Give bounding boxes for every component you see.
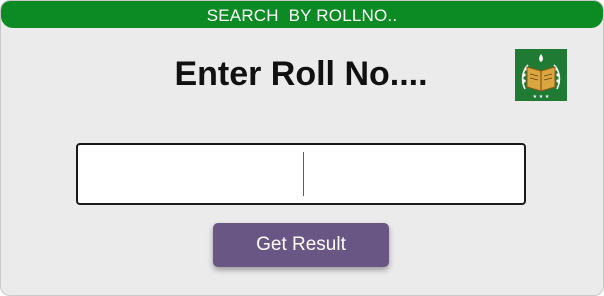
text-cursor [303,152,304,196]
page-title: Enter Roll No.... [174,55,428,93]
search-panel: SEARCH BY ROLLNO.. Enter Roll No.... ★ ★ [0,0,604,296]
book-torch-emblem-icon: ★ ★ ★ [515,49,567,101]
panel-header: SEARCH BY ROLLNO.. [1,1,603,28]
roll-no-field-frame [76,143,526,205]
svg-text:★ ★ ★: ★ ★ ★ [533,94,550,100]
roll-no-input[interactable] [78,145,524,203]
get-result-button[interactable]: Get Result [213,223,389,267]
